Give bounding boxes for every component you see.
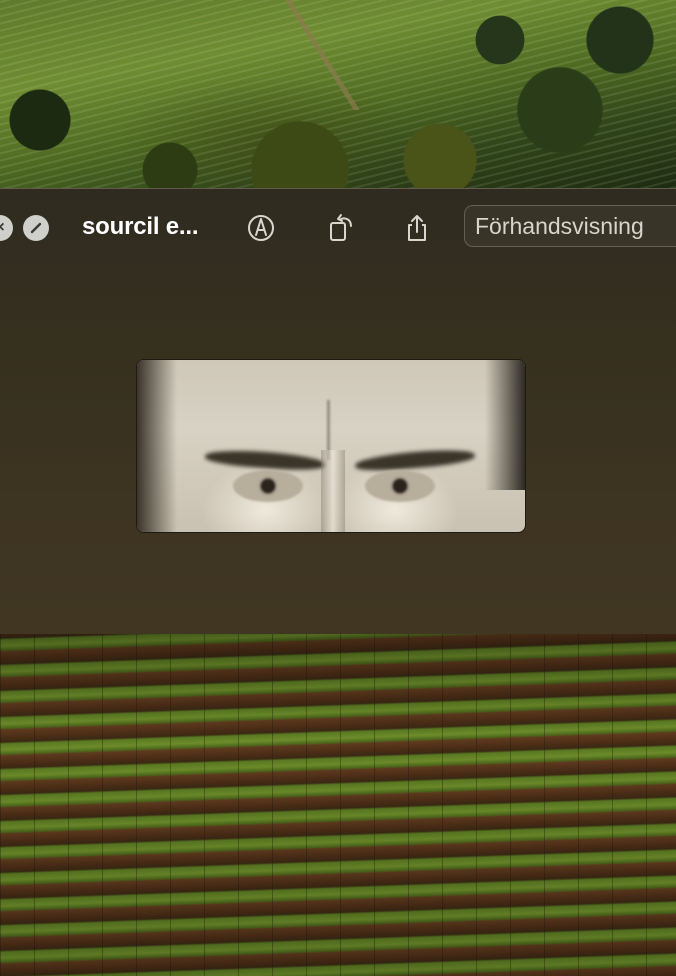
markup-pen-icon [248,215,274,241]
right-eyebrow [354,446,476,474]
desktop-wallpaper-bottom [0,634,676,976]
window-toolbar: × sourcil e... Förhandsvisning [0,189,676,265]
field-shading [0,634,676,976]
tree-line [0,0,676,188]
close-button[interactable]: × [0,215,13,241]
share-icon [408,215,426,241]
document-title: sourcil e... [82,213,199,240]
left-eyebrow [204,447,326,473]
left-eye [233,470,303,502]
right-eye [365,470,435,502]
preview-window: × sourcil e... Förhandsvisning [0,188,676,636]
rotate-left-icon [330,214,352,241]
share-button[interactable] [400,211,434,245]
minimize-icon [30,222,42,234]
minimize-button[interactable] [23,215,49,241]
markup-button[interactable] [244,211,278,245]
rotate-button[interactable] [323,211,357,245]
nose [321,450,345,532]
document-image [136,359,526,533]
close-icon: × [0,219,5,236]
image-hair [485,360,525,490]
desktop-wallpaper-top [0,0,676,188]
image-shadow [137,360,177,532]
search-field[interactable]: Förhandsvisning [464,205,676,247]
